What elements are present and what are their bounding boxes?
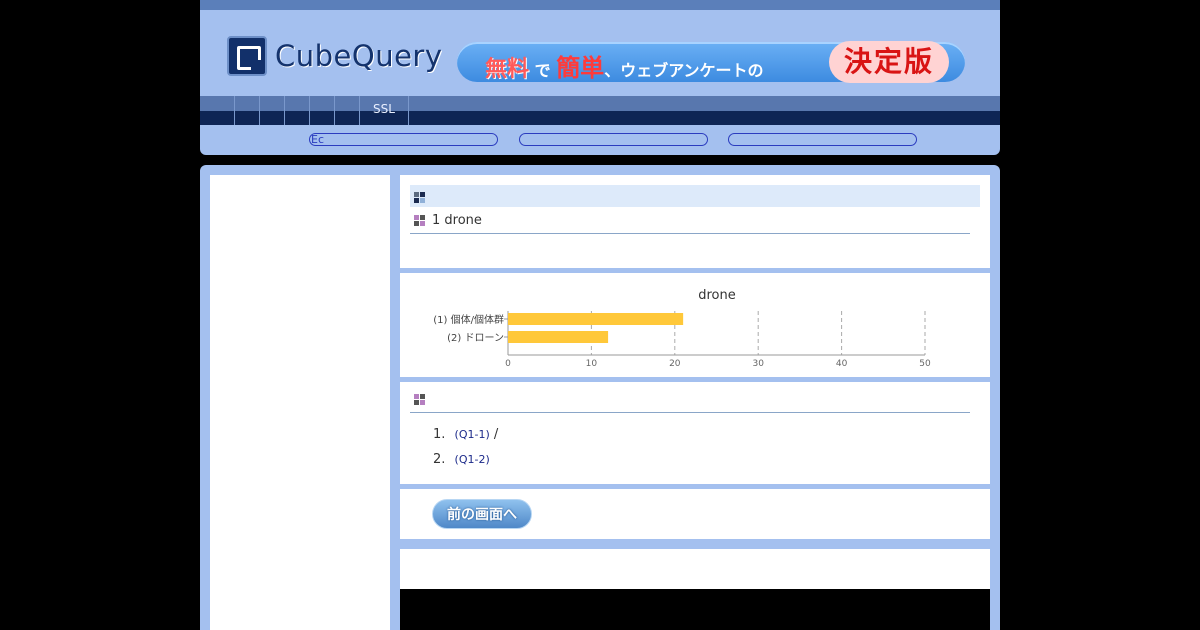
- x-tick-label: 20: [669, 359, 681, 369]
- x-tick-label: 30: [752, 359, 764, 369]
- site-logo[interactable]: CubeQuery: [227, 36, 443, 76]
- x-tick-label: 40: [836, 359, 848, 369]
- answers-panel: 1. (Q1-1) / 2. (Q1-2): [400, 382, 990, 484]
- sub-nav-pill-1[interactable]: Ec: [309, 133, 498, 146]
- top-strip: [200, 0, 1000, 10]
- nav-item-5[interactable]: [334, 96, 359, 125]
- logo-icon: [227, 36, 267, 76]
- list-item-number: 1.: [433, 427, 446, 442]
- nav-item-1[interactable]: [234, 96, 259, 125]
- chart-panel: drone 0 10 20 30 40 50 (1) 個体/個体群 (2) ドローン: [400, 273, 990, 377]
- grid-icon: [414, 191, 426, 204]
- banner-de: で: [534, 61, 551, 80]
- main-area: 1 drone drone 0 10 20 30 40 50 (1) 個体/個体群 (2) ド…: [200, 165, 1000, 630]
- answer-code[interactable]: (Q1-2): [455, 453, 490, 466]
- x-tick-label: 50: [919, 359, 931, 369]
- nav-item-4[interactable]: [309, 96, 334, 125]
- banner-text: 無料 で 簡単、ウェブアンケートの: [485, 48, 764, 83]
- banner-easy: 簡単: [556, 54, 605, 82]
- back-button[interactable]: 前の画面へ: [432, 499, 532, 529]
- footer-black-area: [400, 589, 990, 630]
- logo-text: CubeQuery: [275, 39, 443, 73]
- main-nav: SSL: [200, 96, 1000, 125]
- navigation-panel: 前の画面へ: [400, 489, 990, 539]
- bullet-grid-icon: [414, 393, 426, 406]
- chart-title: drone: [698, 288, 736, 303]
- banner-free: 無料: [485, 57, 530, 82]
- section-header-strip: [410, 185, 980, 207]
- sidebar: [210, 175, 390, 630]
- question-title: 1 drone: [432, 213, 482, 228]
- list-item: 2. (Q1-2): [433, 452, 490, 467]
- bullet-grid-icon: [414, 214, 426, 227]
- answer-suffix: /: [493, 427, 499, 442]
- bar-chart: drone 0 10 20 30 40 50 (1) 個体/個体群 (2) ドローン: [433, 288, 931, 369]
- y-tick-label: (2) ドローン: [447, 333, 504, 344]
- question-panel: 1 drone: [400, 175, 990, 268]
- sub-nav-pill-3[interactable]: [728, 133, 917, 146]
- list-item: 1. (Q1-1) /: [433, 427, 498, 442]
- sub-nav-bar: Ec: [200, 125, 1000, 155]
- banner-tagline: 、ウェブアンケートの: [604, 61, 764, 80]
- answer-code[interactable]: (Q1-1): [455, 428, 490, 441]
- promo-banner: 無料 で 簡単、ウェブアンケートの 決定版: [457, 41, 965, 83]
- sub-nav-pill-2[interactable]: [519, 133, 708, 146]
- answers-header-row: [410, 392, 970, 413]
- bar: [508, 331, 609, 343]
- page-frame: CubeQuery 無料 で 簡単、ウェブアンケートの 決定版 SSL Ec 1…: [200, 0, 1000, 630]
- site-header: CubeQuery 無料 で 簡単、ウェブアンケートの 決定版: [200, 10, 1000, 96]
- y-tick-label: (1) 個体/個体群: [433, 313, 504, 326]
- question-title-row: 1 drone: [410, 213, 970, 234]
- banner-badge: 決定版: [829, 41, 949, 83]
- nav-item-2[interactable]: [259, 96, 284, 125]
- x-tick-label: 10: [586, 359, 598, 369]
- bar: [508, 313, 684, 325]
- nav-item-3[interactable]: [284, 96, 309, 125]
- nav-item-ssl[interactable]: SSL: [359, 96, 409, 125]
- list-item-number: 2.: [433, 452, 446, 467]
- x-tick-label: 0: [505, 359, 511, 369]
